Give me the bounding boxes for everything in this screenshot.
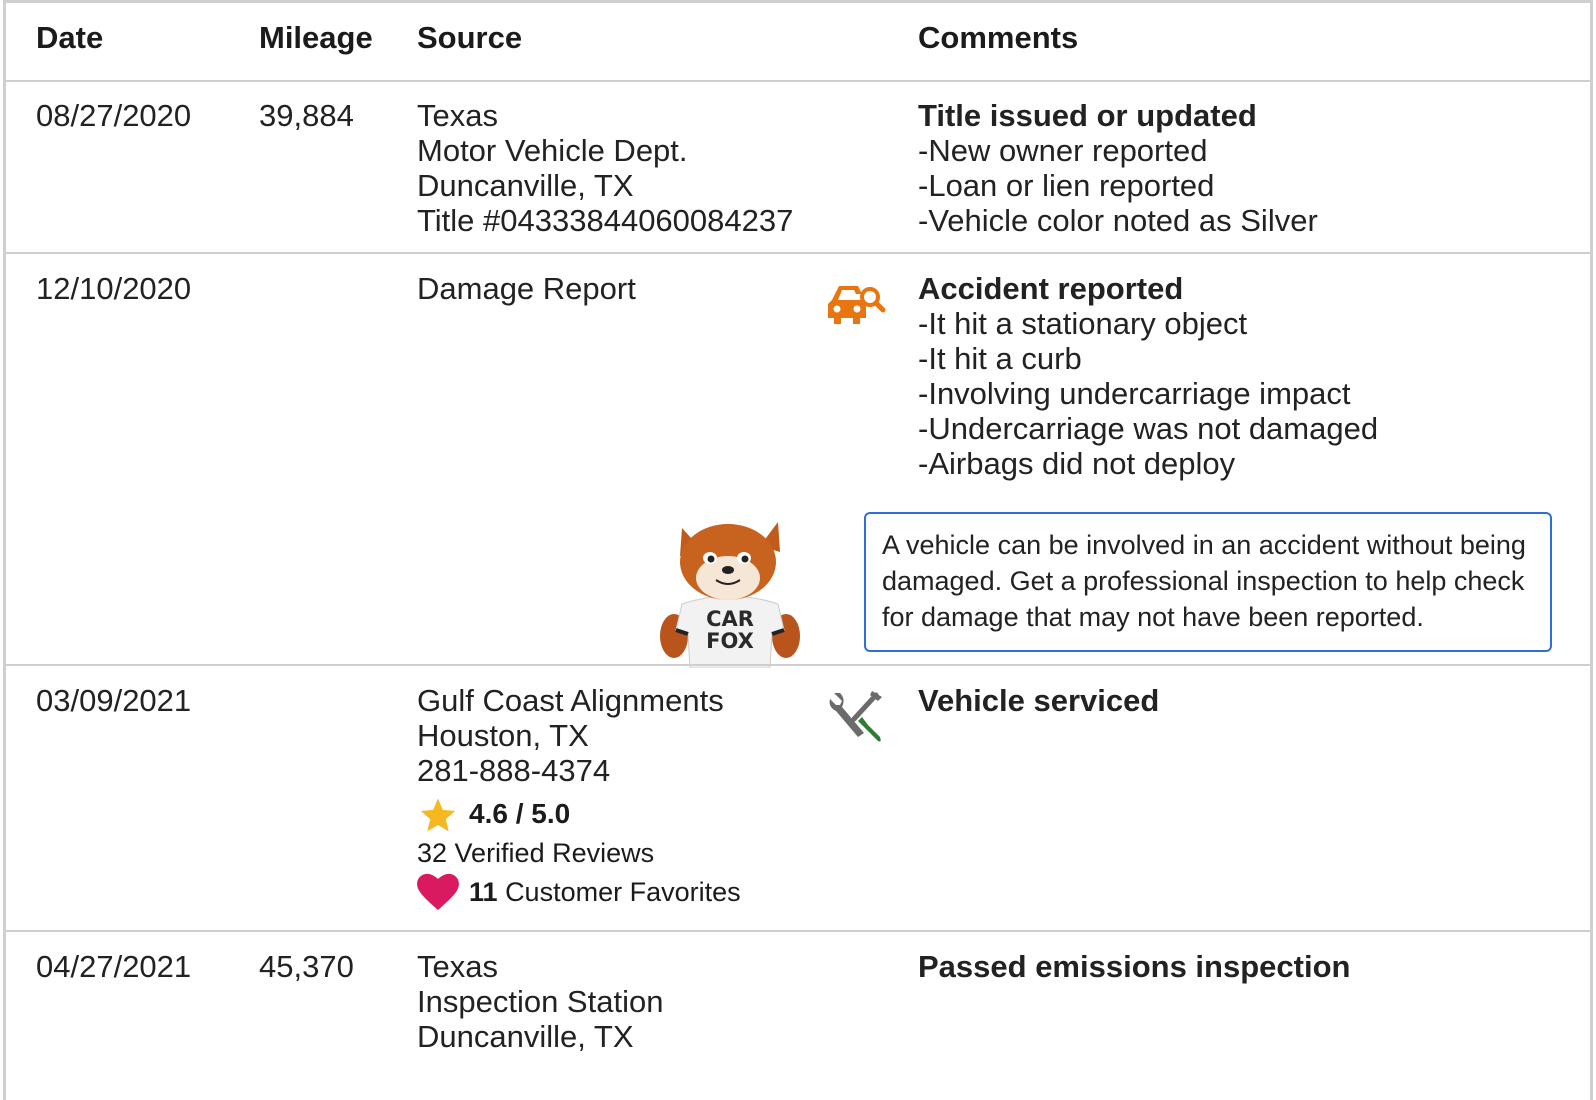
row-divider	[3, 664, 1593, 666]
source-line: Title #04333844060084237	[417, 203, 794, 238]
header-source: Source	[417, 20, 523, 55]
carfox-mascot-icon: CAR FOX	[660, 522, 800, 668]
car-damage-search-icon	[828, 286, 886, 324]
comment-detail: -It hit a stationary object	[918, 306, 1248, 341]
record-date: 08/27/2020	[36, 98, 192, 133]
comment-detail: -It hit a curb	[918, 341, 1082, 376]
svg-text:CAR: CAR	[706, 607, 754, 631]
record-comments: Accident reported -It hit a stationary o…	[918, 271, 1378, 481]
comment-title: Vehicle serviced	[918, 683, 1160, 718]
source-line: Texas	[417, 98, 498, 133]
source-line: Houston, TX	[417, 718, 589, 753]
source-line: Duncanville, TX	[417, 1019, 634, 1054]
record-source: Gulf Coast Alignments Houston, TX 281-88…	[417, 683, 724, 788]
source-line: Duncanville, TX	[417, 168, 634, 203]
record-date: 12/10/2020	[36, 271, 192, 306]
source-line: Inspection Station	[417, 984, 664, 1019]
comment-detail: -Undercarriage was not damaged	[918, 411, 1379, 446]
record-comments: Title issued or updated -New owner repor…	[918, 98, 1318, 238]
header-mileage: Mileage	[259, 20, 373, 55]
verified-reviews-link[interactable]: 32 Verified Reviews	[417, 838, 654, 869]
record-source: Texas Motor Vehicle Dept. Duncanville, T…	[417, 98, 793, 238]
accident-advice-note: A vehicle can be involved in an accident…	[864, 512, 1552, 652]
record-source: Texas Inspection Station Duncanville, TX	[417, 949, 663, 1054]
favorites-label: Customer Favorites	[505, 877, 741, 907]
comment-title: Accident reported	[918, 271, 1184, 306]
header-date: Date	[36, 20, 104, 55]
header-divider	[3, 80, 1593, 82]
row-divider	[3, 252, 1593, 254]
source-line: Gulf Coast Alignments	[417, 683, 724, 718]
favorites-count: 11	[469, 877, 498, 907]
header-comments: Comments	[918, 20, 1079, 55]
heart-icon	[417, 873, 459, 911]
source-line: Motor Vehicle Dept.	[417, 133, 688, 168]
comment-detail: -Involving undercarriage impact	[918, 376, 1351, 411]
customer-favorites: 11 Customer Favorites	[469, 877, 741, 908]
row-divider	[3, 930, 1593, 932]
svg-text:FOX: FOX	[706, 629, 754, 653]
star-icon	[420, 798, 456, 832]
comment-title: Passed emissions inspection	[918, 949, 1351, 984]
comment-detail: -Airbags did not deploy	[918, 446, 1236, 481]
wrench-screwdriver-icon	[829, 691, 882, 742]
comment-detail: -New owner reported	[918, 133, 1208, 168]
comment-title: Title issued or updated	[918, 98, 1257, 133]
record-source: Damage Report	[417, 271, 636, 306]
record-mileage: 39,884	[259, 98, 354, 133]
record-mileage: 45,370	[259, 949, 354, 984]
shop-rating: 4.6 / 5.0	[469, 798, 571, 829]
source-line: 281-888-4374	[417, 753, 611, 788]
comment-detail: -Loan or lien reported	[918, 168, 1215, 203]
comment-detail: -Vehicle color noted as Silver	[918, 203, 1318, 238]
record-date: 03/09/2021	[36, 683, 192, 718]
source-line: Texas	[417, 949, 498, 984]
record-date: 04/27/2021	[36, 949, 192, 984]
